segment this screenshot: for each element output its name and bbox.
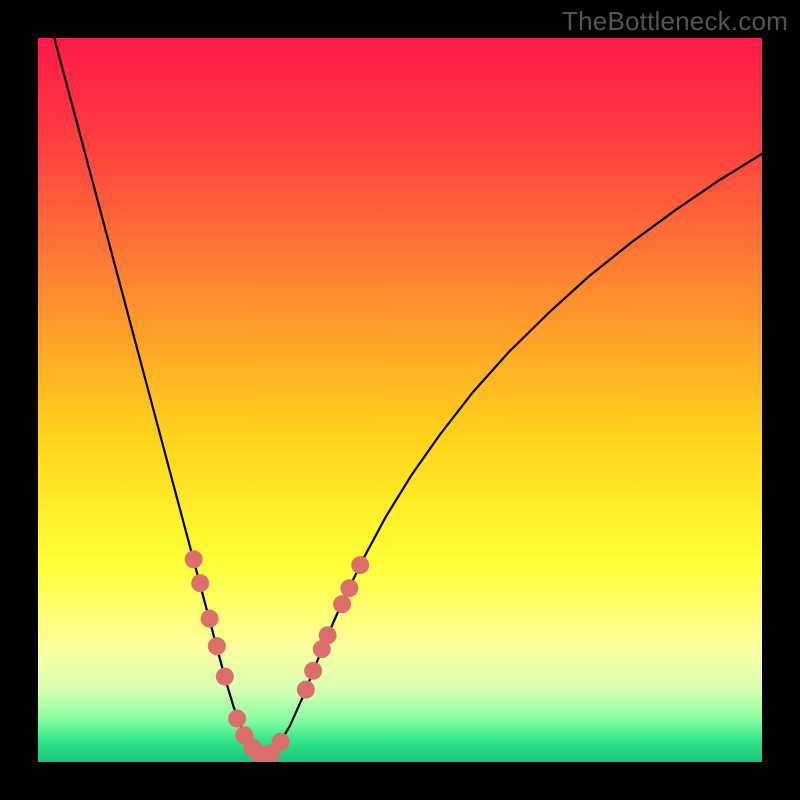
highlight-dot xyxy=(185,550,203,568)
highlight-dot xyxy=(272,733,290,751)
highlight-dot xyxy=(333,595,351,613)
highlight-dot xyxy=(340,579,358,597)
highlight-dot xyxy=(191,574,209,592)
plot-area xyxy=(38,38,762,762)
highlight-dot xyxy=(319,626,337,644)
chart-svg xyxy=(38,38,762,762)
highlight-dot xyxy=(351,556,369,574)
chart-frame: TheBottleneck.com xyxy=(0,0,800,800)
highlight-dot xyxy=(201,610,219,628)
watermark-text: TheBottleneck.com xyxy=(562,6,788,37)
highlight-dot xyxy=(216,668,234,686)
highlight-dot xyxy=(208,637,226,655)
highlight-dot xyxy=(297,681,315,699)
highlight-dot xyxy=(304,662,322,680)
gradient-background xyxy=(38,38,762,762)
highlight-dot xyxy=(228,710,246,728)
